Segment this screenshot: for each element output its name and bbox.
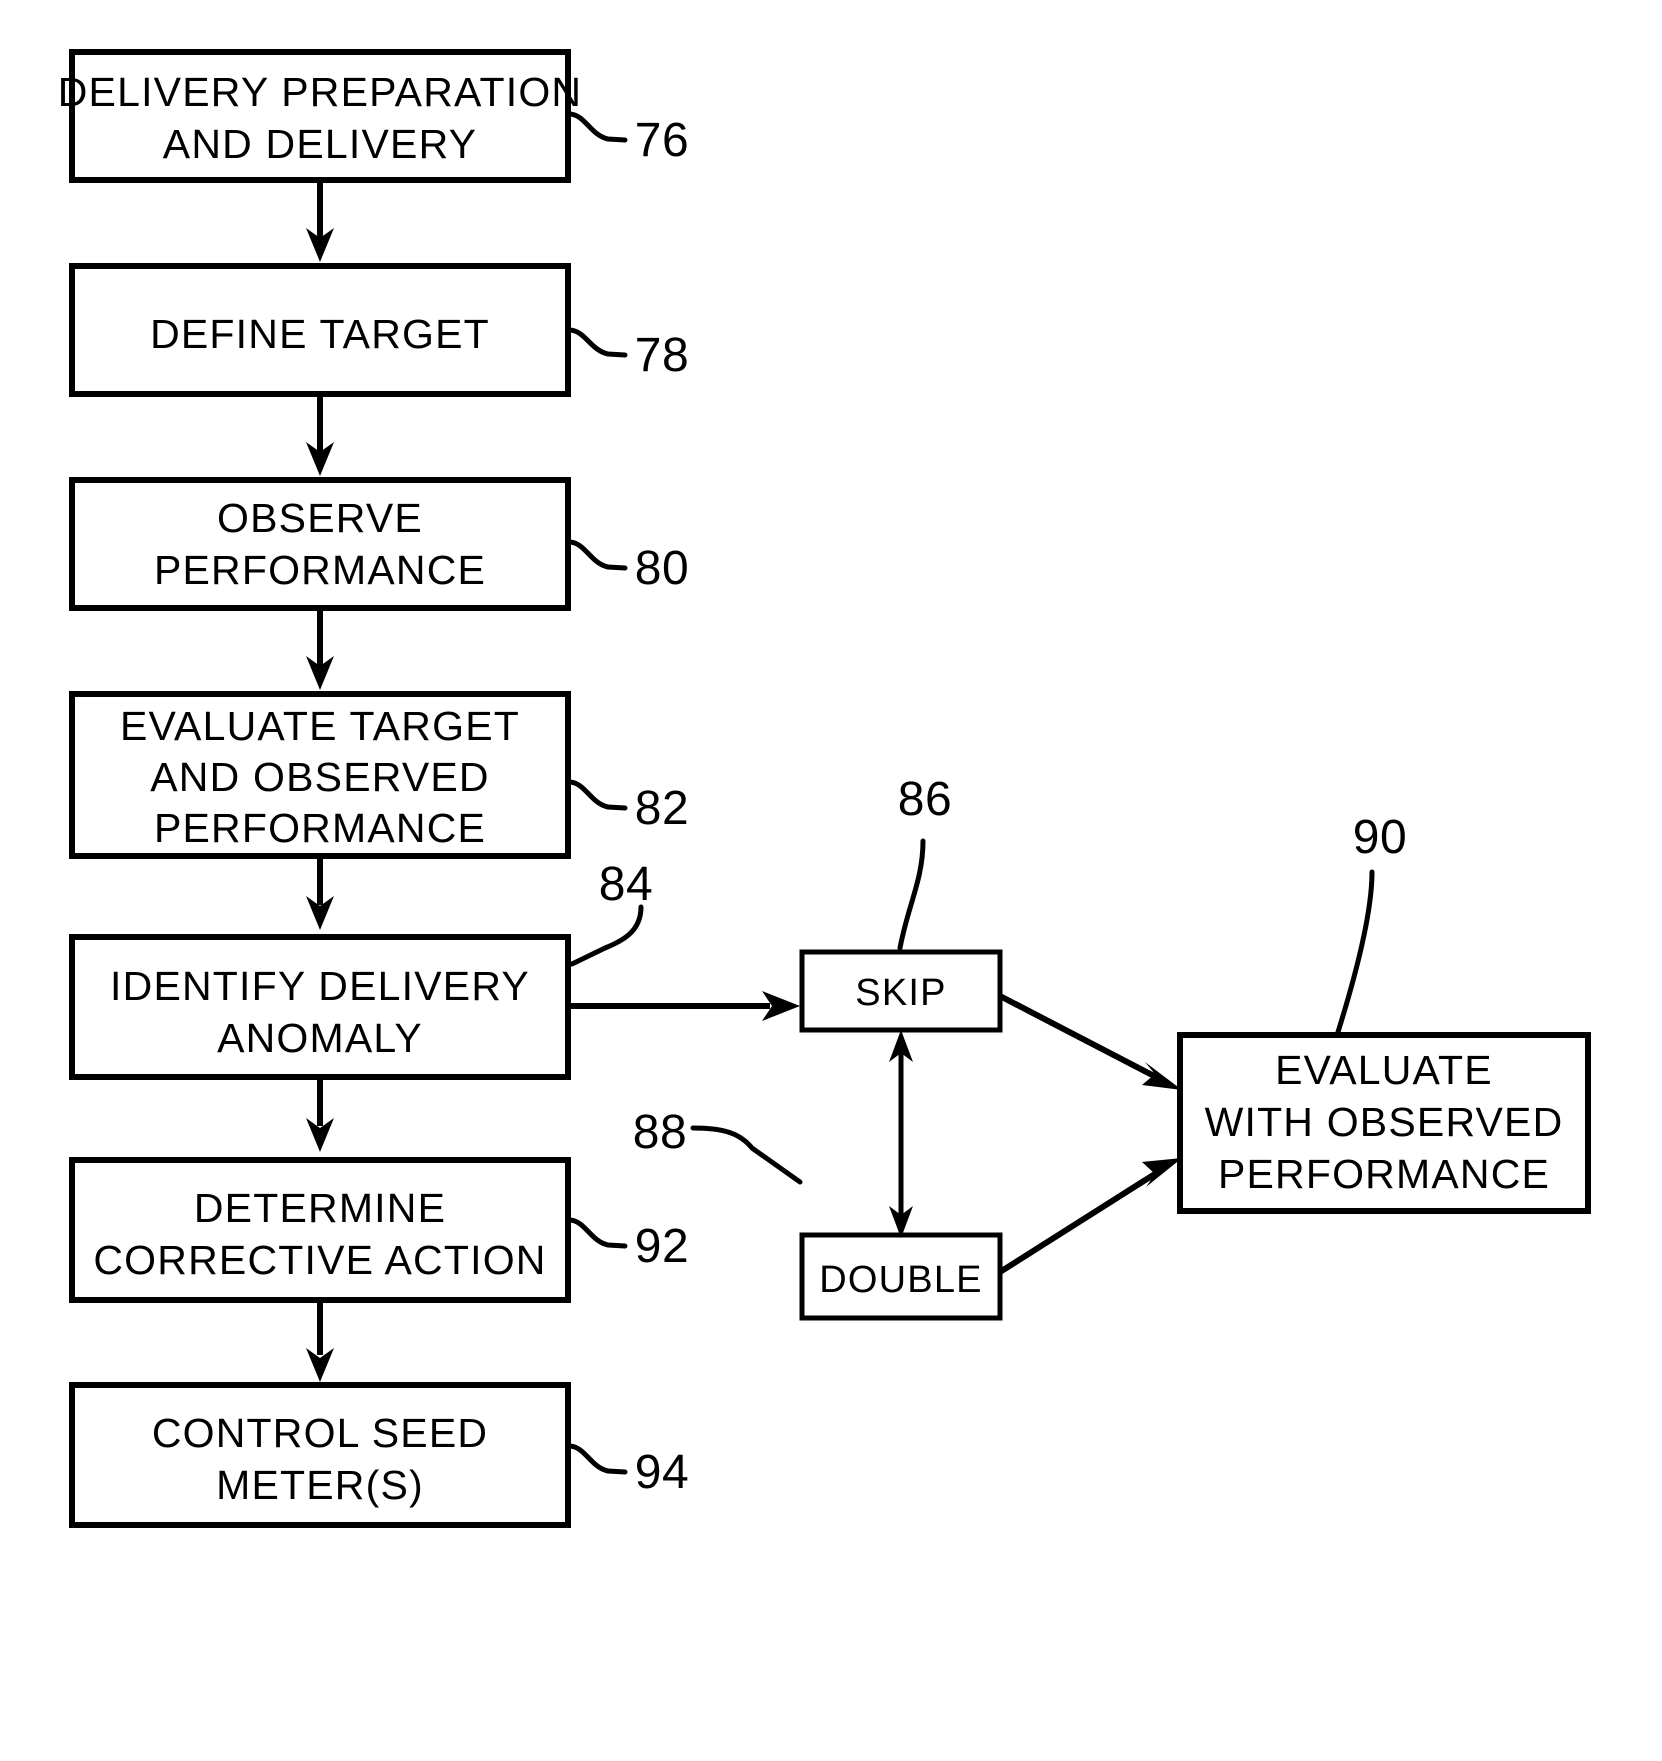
box-evaluate-observed-line2: WITH OBSERVED: [1205, 1099, 1564, 1145]
leader-94: 94: [566, 1443, 689, 1499]
box-skip-label: SKIP: [855, 972, 946, 1014]
arrow-92-to-94: [306, 1300, 334, 1382]
ref-number-82: 82: [635, 782, 689, 835]
ref-number-88: 88: [633, 1106, 687, 1159]
arrow-78-to-80: [306, 394, 334, 476]
ref-number-76: 76: [635, 114, 689, 167]
box-identify-delivery-anomaly-line2: ANOMALY: [217, 1015, 423, 1061]
ref-number-84: 84: [599, 858, 653, 911]
box-observe-performance-line1: OBSERVE: [217, 495, 423, 541]
box-define-target-line1: DEFINE TARGET: [150, 311, 490, 357]
arrow-76-to-78: [306, 180, 334, 262]
ref-number-92: 92: [635, 1220, 689, 1273]
leader-80: 80: [566, 539, 689, 595]
box-determine-corrective-action-line2: CORRECTIVE ACTION: [93, 1237, 546, 1283]
box-evaluate-target-line1: EVALUATE TARGET: [120, 703, 520, 749]
node-define-target: DEFINE TARGET: [69, 263, 571, 397]
box-evaluate-target-line2: AND OBSERVED: [150, 754, 489, 800]
leader-92: 92: [566, 1217, 689, 1273]
leader-76: 76: [566, 111, 689, 167]
leader-84: 84: [569, 858, 653, 967]
box-delivery-preparation-line1: DELIVERY PREPARATION: [58, 69, 583, 115]
box-evaluate-observed-line1: EVALUATE: [1275, 1047, 1493, 1093]
arrow-80-to-82: [306, 608, 334, 690]
double-headed-arrow-skip-double: [889, 1030, 913, 1238]
patent-flowchart-figure: DELIVERY PREPARATION AND DELIVERY 76 DEF…: [0, 0, 1662, 1761]
leader-88: 88: [633, 1106, 803, 1185]
leader-90: 90: [1335, 811, 1407, 1035]
arrow-82-to-84: [306, 856, 334, 930]
leader-82: 82: [566, 779, 689, 835]
arrow-double-to-evaluate: [998, 1158, 1182, 1275]
node-identify-delivery-anomaly: IDENTIFY DELIVERY ANOMALY: [69, 934, 571, 1080]
node-double: DOUBLE: [799, 1232, 1003, 1321]
node-delivery-preparation: DELIVERY PREPARATION AND DELIVERY: [58, 49, 583, 183]
box-control-seed-meters-line2: METER(S): [216, 1462, 424, 1508]
node-skip: SKIP: [799, 949, 1003, 1033]
box-identify-delivery-anomaly-line1: IDENTIFY DELIVERY: [110, 963, 530, 1009]
arrow-skip-to-evaluate: [998, 993, 1182, 1090]
flowchart-canvas: DELIVERY PREPARATION AND DELIVERY 76 DEF…: [58, 49, 1591, 1528]
box-observe-performance-line2: PERFORMANCE: [154, 547, 486, 593]
box-delivery-preparation-line2: AND DELIVERY: [163, 121, 477, 167]
ref-number-86: 86: [898, 773, 952, 826]
ref-number-78: 78: [635, 329, 689, 382]
box-double-label: DOUBLE: [819, 1259, 982, 1301]
leader-78: 78: [566, 327, 689, 382]
node-evaluate-target: EVALUATE TARGET AND OBSERVED PERFORMANCE: [69, 691, 571, 859]
ref-number-80: 80: [635, 542, 689, 595]
ref-number-94: 94: [635, 1446, 689, 1499]
node-evaluate-with-observed-performance: EVALUATE WITH OBSERVED PERFORMANCE: [1177, 1032, 1591, 1214]
leader-86: 86: [897, 773, 952, 951]
box-evaluate-observed-line3: PERFORMANCE: [1218, 1151, 1550, 1197]
arrow-84-to-92: [306, 1077, 334, 1152]
box-determine-corrective-action-line1: DETERMINE: [194, 1185, 446, 1231]
node-determine-corrective-action: DETERMINE CORRECTIVE ACTION: [69, 1157, 571, 1303]
ref-number-90: 90: [1353, 811, 1407, 864]
arrow-anomaly-to-branch: [568, 991, 800, 1021]
node-control-seed-meters: CONTROL SEED METER(S): [69, 1382, 571, 1528]
box-control-seed-meters-line1: CONTROL SEED: [152, 1410, 488, 1456]
box-evaluate-target-line3: PERFORMANCE: [154, 805, 486, 851]
node-observe-performance: OBSERVE PERFORMANCE: [69, 477, 571, 611]
